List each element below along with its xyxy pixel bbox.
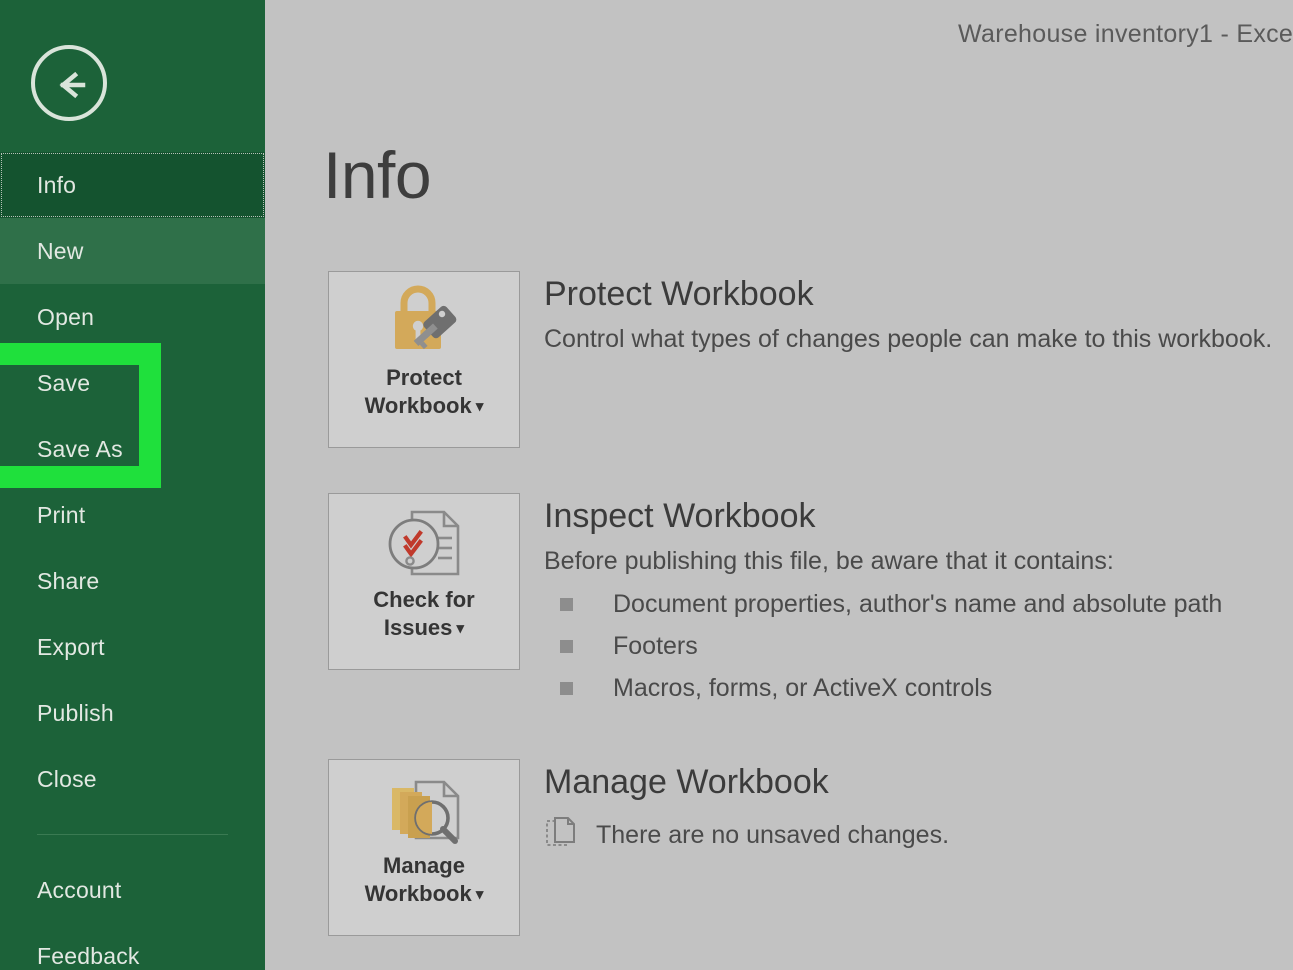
backstage-sidebar: Info New Open Save Save As Print Share E…: [0, 0, 265, 970]
document-inspect-glyph: [376, 502, 472, 584]
sidebar-item-new[interactable]: New: [0, 218, 265, 284]
back-arrow-icon[interactable]: [31, 45, 107, 121]
title-bar: Warehouse inventory1 - Excel: [265, 0, 1293, 68]
sidebar-item-feedback[interactable]: Feedback: [0, 923, 265, 970]
section-description: Before publishing this file, be aware th…: [544, 547, 1222, 576]
section-heading: Inspect Workbook: [544, 499, 1222, 535]
sidebar-item-save[interactable]: Save: [0, 350, 265, 416]
unsaved-changes-row: There are no unsaved changes.: [544, 815, 949, 856]
unsaved-document-glyph: [544, 815, 578, 851]
chevron-down-icon: ▾: [472, 397, 484, 414]
sidebar-item-label: Close: [37, 766, 97, 793]
padlock-key-icon: [376, 278, 472, 364]
manage-workbook-button-label: Manage Workbook ▾: [359, 852, 490, 907]
backstage-nav: Info New Open Save Save As Print Share E…: [0, 152, 265, 970]
list-item: Macros, forms, or ActiveX controls: [544, 668, 1222, 710]
sidebar-item-save-as[interactable]: Save As: [0, 416, 265, 482]
sidebar-item-label: Save: [37, 370, 90, 397]
sidebar-item-export[interactable]: Export: [0, 614, 265, 680]
bullet-square-icon: [560, 682, 573, 695]
protect-workbook-button-label: Protect Workbook ▾: [359, 364, 490, 419]
sidebar-divider: [37, 834, 228, 835]
chevron-down-icon: ▾: [472, 885, 484, 902]
unsaved-changes-status: There are no unsaved changes.: [596, 821, 949, 850]
sidebar-item-label: New: [37, 238, 84, 265]
protect-workbook-button[interactable]: Protect Workbook ▾: [328, 271, 520, 448]
unsaved-document-icon: [544, 815, 578, 856]
sidebar-item-label: Publish: [37, 700, 114, 727]
excel-backstage-view: Info New Open Save Save As Print Share E…: [0, 0, 1293, 970]
section-description: Control what types of changes people can…: [544, 325, 1272, 354]
check-for-issues-button-label: Check for Issues ▾: [367, 586, 480, 641]
sidebar-item-label: Share: [37, 568, 99, 595]
manage-workbook-section: Manage Workbook ▾ Manage Workbook There …: [328, 759, 949, 936]
sidebar-item-account[interactable]: Account: [0, 857, 265, 923]
inspect-workbook-section: Check for Issues ▾ Inspect Workbook Befo…: [328, 493, 1222, 710]
protect-workbook-text: Protect Workbook Control what types of c…: [544, 271, 1272, 354]
backstage-content: Warehouse inventory1 - Excel Info: [265, 0, 1293, 970]
window-title: Warehouse inventory1 - Excel: [958, 20, 1293, 49]
padlock-key-glyph: [376, 281, 472, 361]
page-title: Info: [323, 142, 431, 208]
sidebar-item-label: Account: [37, 877, 122, 904]
section-heading: Manage Workbook: [544, 765, 949, 801]
bullet-square-icon: [560, 640, 573, 653]
sidebar-item-label: Feedback: [37, 943, 140, 970]
documents-magnifier-glyph: [376, 768, 472, 850]
manage-workbook-text: Manage Workbook There are no unsaved cha…: [544, 759, 949, 856]
documents-magnifier-icon: [376, 766, 472, 852]
sidebar-item-open[interactable]: Open: [0, 284, 265, 350]
chevron-down-icon: ▾: [452, 619, 464, 636]
sidebar-item-label: Save As: [37, 436, 123, 463]
sidebar-item-publish[interactable]: Publish: [0, 680, 265, 746]
manage-workbook-button[interactable]: Manage Workbook ▾: [328, 759, 520, 936]
back-arrow-glyph: [49, 63, 93, 107]
sidebar-item-label: Info: [37, 172, 76, 199]
sidebar-item-share[interactable]: Share: [0, 548, 265, 614]
sidebar-item-info[interactable]: Info: [0, 152, 265, 218]
section-heading: Protect Workbook: [544, 277, 1272, 313]
protect-workbook-section: Protect Workbook ▾ Protect Workbook Cont…: [328, 271, 1272, 448]
inspect-workbook-text: Inspect Workbook Before publishing this …: [544, 493, 1222, 710]
list-item: Footers: [544, 626, 1222, 668]
sidebar-item-print[interactable]: Print: [0, 482, 265, 548]
list-item: Document properties, author's name and a…: [544, 584, 1222, 626]
sidebar-item-label: Print: [37, 502, 85, 529]
bullet-square-icon: [560, 598, 573, 611]
sidebar-item-label: Open: [37, 304, 94, 331]
inspect-findings-list: Document properties, author's name and a…: [544, 584, 1222, 710]
check-for-issues-button[interactable]: Check for Issues ▾: [328, 493, 520, 670]
sidebar-item-close[interactable]: Close: [0, 746, 265, 812]
sidebar-item-label: Export: [37, 634, 105, 661]
document-inspect-icon: [376, 500, 472, 586]
